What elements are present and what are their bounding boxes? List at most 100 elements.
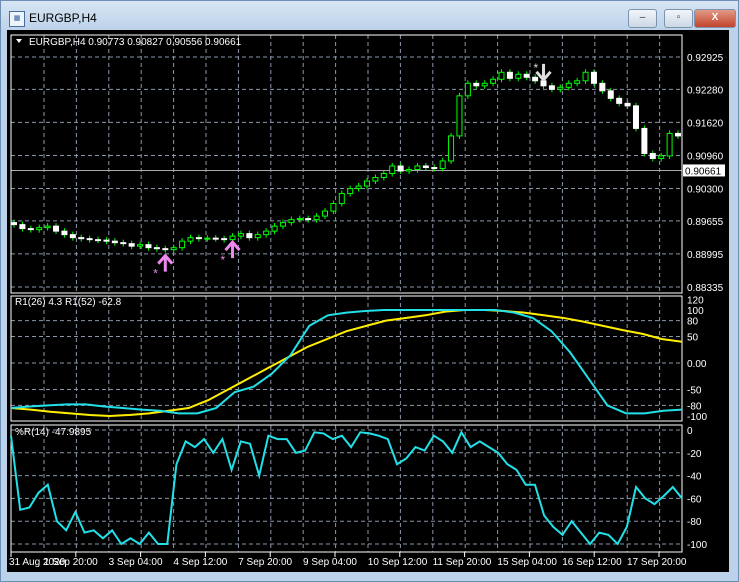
bear-candle [120,242,127,245]
bear-candle [153,247,160,250]
williams-axis-label: -60 [687,494,702,505]
chart-window-icon: ▦ [9,11,25,27]
bear-candle [95,239,102,242]
bull-candle [313,215,320,221]
bear-candle [128,243,135,247]
time-axis-label: 7 Sep 20:00 [238,557,292,568]
r1-axis-label: -50 [687,386,702,397]
bull-candle [439,160,446,169]
williams-indicator-label: %R(14) -47.9895 [15,427,92,438]
bear-candle [607,90,614,99]
bull-candle [204,237,211,240]
bear-candle [506,71,513,79]
bull-candle [237,233,244,237]
bear-candle [599,82,606,92]
bull-candle [364,180,371,187]
bear-candle [548,85,555,90]
bull-candle [406,168,413,172]
bear-candle [221,238,228,241]
bull-candle [330,203,337,212]
bull-candle [44,225,51,229]
bear-candle [523,73,530,78]
bear-candle [246,233,253,239]
chart-canvas[interactable]: * * * 0.92925 0.92280 0.91620 0.90960 0.90300 0… [7,30,729,572]
time-axis-label: 1 Sep 20:00 [44,557,98,568]
williams-axis-label: -20 [687,449,702,460]
time-axis-label: 15 Sep 04:00 [497,557,557,568]
williams-axis-label: -100 [687,540,707,551]
bull-candle [279,222,286,227]
time-axis-label: 4 Sep 12:00 [173,557,227,568]
r1-axis-label: -80 [687,401,702,412]
bear-candle [675,132,681,137]
bear-candle [86,238,93,241]
bull-candle [515,73,522,79]
bull-candle [271,225,278,232]
bull-candle [490,78,497,84]
price-axis-label: 0.88335 [687,283,724,294]
symbol-info: EURGBP,H4 0.90773 0.90827 0.90556 0.9066… [29,37,242,48]
bull-candle [36,227,43,231]
bear-candle [53,225,60,232]
bear-candle [103,239,110,242]
bear-candle [641,127,648,154]
bear-candle [78,237,85,240]
price-axis-label: 0.92925 [687,53,724,64]
bull-candle [137,244,144,247]
bear-candle [111,240,118,244]
time-axis-label: 11 Sep 20:00 [433,557,492,568]
r1-axis-label: -100 [687,412,707,423]
time-axis-label: 10 Sep 12:00 [368,557,428,568]
bull-candle [296,218,303,221]
time-axis-label: 3 Sep 04:00 [109,557,163,568]
window-title: EURGBP,H4 [29,11,97,25]
bull-candle [658,155,665,159]
bear-candle [195,237,202,240]
bull-candle [355,185,362,190]
current-price-label: 0.90661 [685,166,722,177]
bull-candle [347,188,354,195]
restore-button[interactable]: ▫ [664,9,693,28]
bull-candle [372,177,379,182]
bull-candle [288,219,295,224]
bear-candle [649,152,656,159]
bear-candle [162,248,169,251]
bull-candle [448,135,455,162]
bear-candle [61,230,68,236]
bear-candle [590,71,597,84]
bull-candle [414,165,421,170]
price-axis-label: 0.88995 [687,250,724,261]
time-axis-label: 9 Sep 04:00 [303,557,357,568]
price-axis-label: 0.91620 [687,118,724,129]
bull-candle [229,235,236,241]
close-button[interactable]: X [694,9,736,28]
bear-candle [69,234,76,239]
bull-candle [464,82,471,97]
price-axis-label: 0.89655 [687,217,724,228]
bear-candle [212,237,219,240]
bear-candle [422,165,429,168]
r1-axis-label: 50 [687,333,699,344]
williams-axis-label: 0 [687,426,693,437]
bear-candle [11,222,17,226]
bear-candle [616,97,623,104]
bull-candle [263,230,270,236]
time-axis-label: 17 Sep 20:00 [627,557,687,568]
r1-indicator-label: R1(26) 4.3 R1(52) -62.8 [15,297,122,308]
star-icon: * [221,253,226,267]
bull-candle [389,165,396,175]
price-axis-label: 0.90300 [687,185,724,196]
bull-candle [179,240,186,249]
r1-axis-label: 120 [687,295,704,306]
r1-axis-label: 0.00 [687,359,707,370]
bull-candle [498,71,505,80]
bull-candle [187,237,194,242]
bear-candle [27,228,34,231]
star-icon: * [153,267,158,281]
star-icon: * [534,61,539,75]
bull-candle [254,234,261,239]
price-axis-label: 0.90960 [687,151,724,162]
bull-candle [481,82,488,87]
bear-candle [145,244,152,249]
minimize-button[interactable]: – [628,9,657,28]
